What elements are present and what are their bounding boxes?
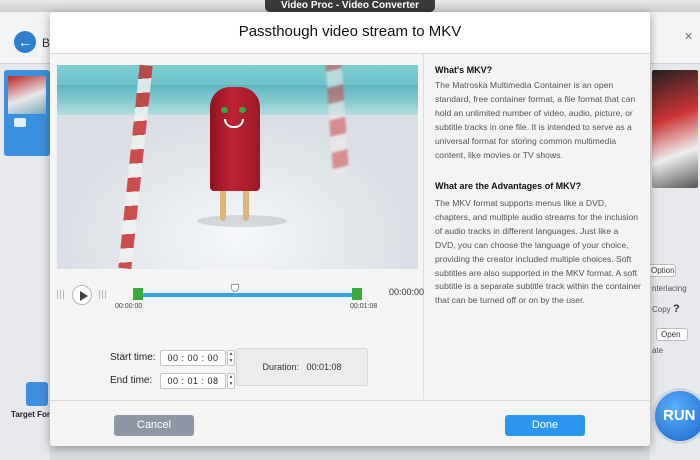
start-time-input[interactable]: 00 : 00 : 00 xyxy=(160,350,226,366)
playhead[interactable] xyxy=(231,284,239,292)
back-icon[interactable]: ← xyxy=(14,31,36,53)
popsicle-eye-right xyxy=(239,107,246,113)
end-time-input[interactable]: 00 : 01 : 08 xyxy=(160,373,226,389)
cancel-button[interactable]: Cancel xyxy=(114,415,194,436)
back-label[interactable]: B xyxy=(42,36,50,50)
popsicle-stick-left xyxy=(220,187,226,221)
video-preview[interactable] xyxy=(57,65,418,269)
popsicle-eye-left xyxy=(221,107,228,113)
trim-end-handle[interactable] xyxy=(352,288,362,300)
target-format-icon[interactable] xyxy=(26,382,48,406)
done-button[interactable]: Done xyxy=(505,415,585,436)
popsicle-stick-right xyxy=(243,187,249,221)
current-time: 00:00:00 xyxy=(389,287,425,297)
video-trim-panel: 00:00:00 00:01:08 00:00:00 Start time: 0… xyxy=(50,54,424,399)
timeline: 00:00:00 00:01:08 00:00:00 xyxy=(57,284,424,314)
info-heading-advantages: What are the Advantages of MKV? xyxy=(435,181,582,191)
popsicle-shadow xyxy=(197,215,287,227)
timeline-grip-left-icon[interactable] xyxy=(57,290,66,299)
copy-label[interactable]: Copy xyxy=(652,305,672,314)
dialog-header: Passthough video stream to MKV xyxy=(50,12,650,54)
timeline-start-time: 00:00:00 xyxy=(115,303,143,310)
options-button[interactable]: Options xyxy=(646,264,676,277)
clip-preview-image xyxy=(8,76,46,114)
app-titlebar: Video Proc - Video Converter xyxy=(0,0,700,12)
video-clip-thumbnail[interactable] xyxy=(4,70,50,156)
open-button[interactable]: Open xyxy=(656,328,688,341)
info-body-what: The Matroska Multimedia Container is an … xyxy=(435,80,636,160)
preview-thumbnail xyxy=(652,70,698,188)
info-body-advantages: The MKV format supports menus like a DVD… xyxy=(435,198,641,306)
timeline-end-time: 00:01:08 xyxy=(350,303,378,310)
close-icon[interactable]: ✕ xyxy=(684,30,693,43)
play-icon[interactable] xyxy=(72,285,92,305)
ate-text: ate xyxy=(652,346,664,355)
timeline-grip-icon[interactable] xyxy=(99,290,108,299)
info-heading-what: What's MKV? xyxy=(435,65,493,75)
dialog-footer: Cancel Done xyxy=(50,400,650,446)
info-panel: What's MKV? The Matroska Multimedia Cont… xyxy=(425,54,650,399)
duration-display: Duration: 00:01:08 xyxy=(236,348,368,386)
duration-label: Duration: xyxy=(262,362,299,372)
window-title: Video Proc - Video Converter xyxy=(264,0,436,12)
end-time-stepper[interactable]: ▲ ▼ xyxy=(227,373,235,389)
run-button[interactable]: RUN xyxy=(652,388,700,444)
target-format-label[interactable]: Target For xyxy=(0,410,50,419)
start-time-stepper[interactable]: ▲ ▼ xyxy=(227,350,235,366)
mkv-passthrough-dialog: Passthough video stream to MKV 00:00:00 xyxy=(50,12,650,446)
timeline-track[interactable] xyxy=(137,293,357,297)
dialog-title: Passthough video stream to MKV xyxy=(238,23,462,40)
help-icon[interactable]: ? xyxy=(673,303,680,315)
interlacing-label: nterlacing xyxy=(652,284,687,293)
trim-start-handle[interactable] xyxy=(133,288,143,300)
clip-type-icon xyxy=(14,118,26,127)
duration-value: 00:01:08 xyxy=(306,362,342,372)
start-time-label: Start time: xyxy=(110,352,156,363)
popsicle xyxy=(210,87,260,191)
end-time-label: End time: xyxy=(110,375,153,386)
